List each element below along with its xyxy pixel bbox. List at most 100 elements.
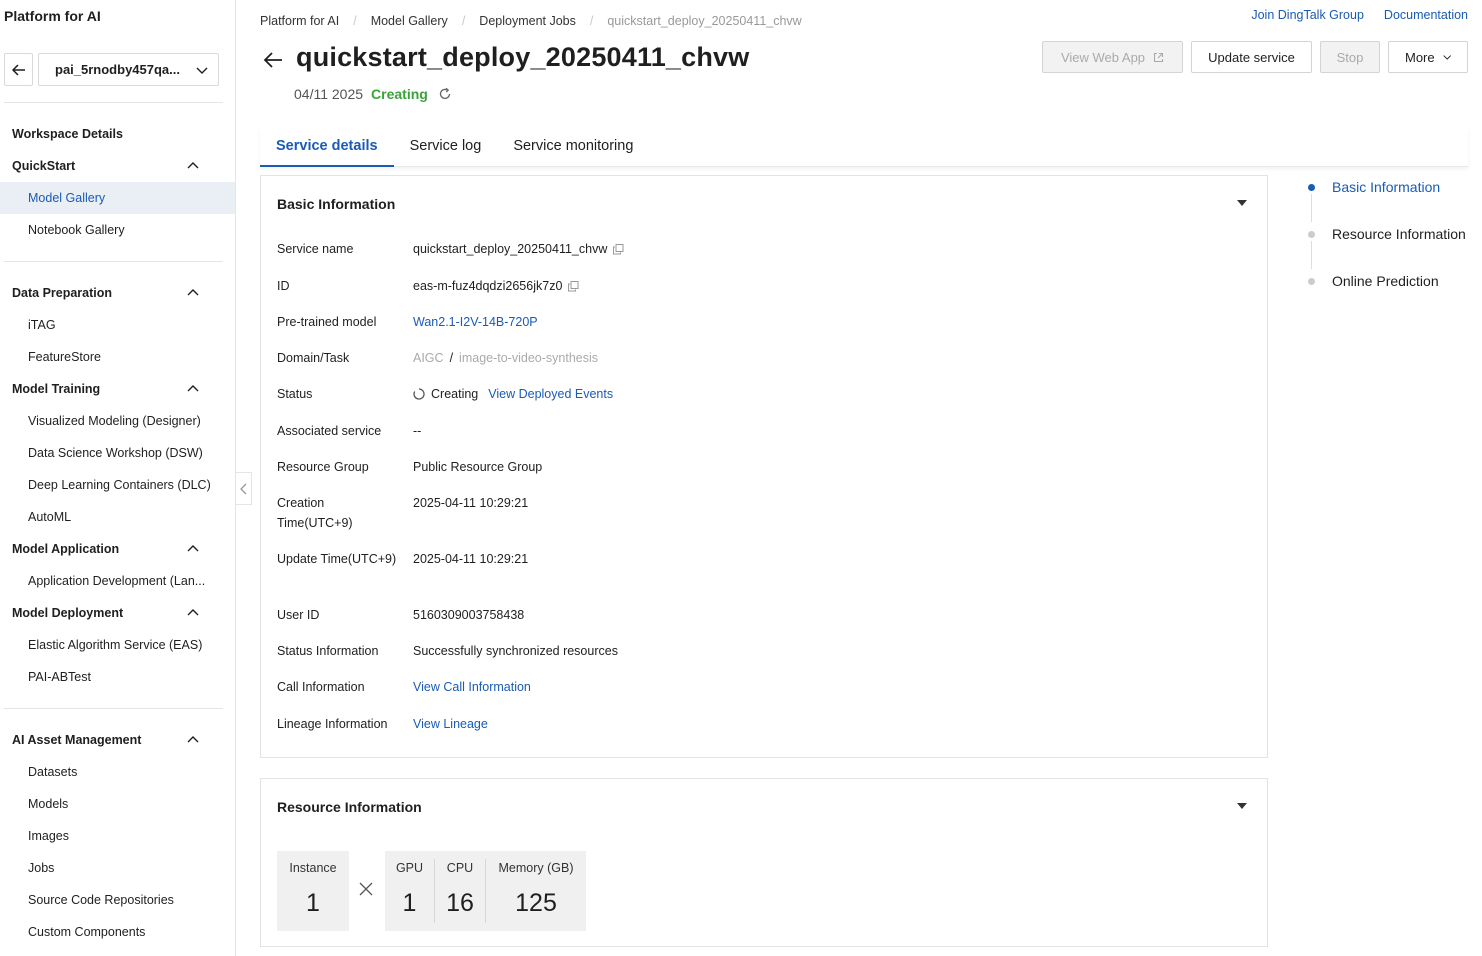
documentation-link[interactable]: Documentation [1384,8,1468,22]
chevron-up-icon [187,609,199,616]
service-name-value: quickstart_deploy_20250411_chvw [413,242,608,256]
workspace-select[interactable]: pai_5rnodby457qa... [38,53,219,86]
breadcrumb-item[interactable]: Platform for AI [260,14,339,28]
multiply-icon [359,882,373,896]
sidebar-item-models[interactable]: Models [0,788,235,820]
sidebar-item-app-development[interactable]: Application Development (Lan... [0,565,235,597]
spec-box: GPU 1 CPU 16 Memory (GB) 125 [385,851,586,931]
sidebar-item-custom-components[interactable]: Custom Components [0,916,235,948]
sidebar-item-itag[interactable]: iTAG [0,309,235,341]
info-label: Domain/Task [277,351,350,365]
back-arrow-icon[interactable] [262,50,284,70]
cpu-cell: CPU 16 [435,851,485,931]
sidebar-item-designer[interactable]: Visualized Modeling (Designer) [0,405,235,437]
breadcrumb-current: quickstart_deploy_20250411_chvw [607,14,802,28]
anchor-dot-active [1308,184,1315,191]
sidebar-item-source-code[interactable]: Source Code Repositories [0,884,235,916]
sidebar-group-data-preparation[interactable]: Data Preparation [0,277,235,309]
info-value: quickstart_deploy_20250411_chvw [413,239,624,259]
caret-down-icon[interactable] [1237,200,1247,206]
view-lineage-link[interactable]: View Lineage [413,714,488,734]
info-label: Resource Group [277,460,369,474]
button-label: View Web App [1060,49,1146,65]
sidebar-item-datasets[interactable]: Datasets [0,756,235,788]
info-label: User ID [277,608,320,622]
info-label: Associated service [277,424,382,438]
gpu-cell: GPU 1 [385,851,434,931]
tab-service-monitoring[interactable]: Service monitoring [497,128,649,167]
anchor-dot [1308,231,1315,238]
info-value: Creating View Deployed Events [413,384,613,404]
refresh-icon[interactable] [438,87,452,101]
sidebar-group-label: Model Application [12,542,120,556]
pretrained-model-link[interactable]: Wan2.1-I2V-14B-720P [413,312,538,332]
basic-information-panel: Basic Information Service name quickstar… [260,175,1268,758]
associated-service-value: -- [413,424,422,438]
workspace-name: pai_5rnodby457qa... [55,62,180,77]
panel-title: Basic Information [277,196,396,212]
copy-icon[interactable] [568,280,579,292]
info-label: Status Information [277,644,379,658]
sidebar-item-eas[interactable]: Elastic Algorithm Service (EAS) [0,629,235,661]
update-time-value: 2025-04-11 10:29:21 [413,552,529,566]
dingtalk-link[interactable]: Join DingTalk Group [1251,8,1364,22]
sidebar-group-quickstart[interactable]: QuickStart [0,150,235,182]
info-label: Call Information [277,680,365,694]
anchor-basic-information[interactable]: Basic Information [1332,179,1440,195]
button-label: More [1405,49,1435,65]
sidebar-item-dsw[interactable]: Data Science Workshop (DSW) [0,437,235,469]
sidebar-group-label: AI Asset Management [12,733,142,747]
sidebar-item-workspace-details[interactable]: Workspace Details [0,118,235,150]
sidebar-group-model-deployment[interactable]: Model Deployment [0,597,235,629]
copy-icon[interactable] [613,243,624,255]
anchor-online-prediction[interactable]: Online Prediction [1332,273,1439,289]
instance-cell: Instance 1 [277,851,349,931]
sidebar-group-label: Model Training [12,382,101,396]
view-web-app-button[interactable]: View Web App [1042,41,1183,73]
cpu-value: 16 [446,889,474,917]
anchor-resource-information[interactable]: Resource Information [1332,226,1466,242]
chevron-left-icon [239,483,246,494]
chevron-down-icon [196,67,208,74]
creation-date: 04/11 2025 [294,86,364,102]
more-button[interactable]: More [1388,41,1468,73]
stop-button[interactable]: Stop [1320,41,1380,73]
info-label: Pre-trained model [277,315,377,329]
loading-spinner-icon [413,388,425,400]
sidebar-item-featurestore[interactable]: FeatureStore [0,341,235,373]
sidebar-group-model-application[interactable]: Model Application [0,533,235,565]
sidebar-item-model-gallery[interactable]: Model Gallery [0,182,235,214]
info-label: Update Time(UTC+9) [277,552,397,566]
info-label: Status [277,387,313,401]
workspace-back-button[interactable] [4,53,33,86]
sidebar-item-dlc[interactable]: Deep Learning Containers (DLC) [0,469,235,501]
status-badge: Creating [371,86,428,102]
memory-value: 125 [515,889,557,917]
info-label: Creation Time(UTC+9) [277,496,353,530]
arrow-left-icon [11,63,25,76]
memory-label: Memory (GB) [498,861,574,875]
sidebar-item-notebook-gallery[interactable]: Notebook Gallery [0,214,235,246]
sidebar-item-automl[interactable]: AutoML [0,501,235,533]
gpu-value: 1 [402,889,417,917]
sidebar: Platform for AI pai_5rnodby457qa... Work… [0,0,236,956]
instance-box: Instance 1 [277,851,349,931]
sidebar-group-model-training[interactable]: Model Training [0,373,235,405]
sidebar-item-abtest[interactable]: PAI-ABTest [0,661,235,693]
view-call-information-link[interactable]: View Call Information [413,677,531,697]
sidebar-item-jobs[interactable]: Jobs [0,852,235,884]
tab-service-details[interactable]: Service details [260,128,394,167]
memory-cell: Memory (GB) 125 [486,851,586,931]
divider [4,261,223,262]
info-value: AIGC / image-to-video-synthesis [413,348,598,368]
status-information-value: Successfully synchronized resources [413,644,618,658]
caret-down-icon[interactable] [1237,803,1247,809]
tab-service-log[interactable]: Service log [394,128,498,167]
breadcrumb-item[interactable]: Deployment Jobs [479,14,576,28]
sidebar-item-images[interactable]: Images [0,820,235,852]
update-service-button[interactable]: Update service [1191,41,1312,73]
view-deployed-events-link[interactable]: View Deployed Events [488,384,613,404]
sidebar-group-ai-asset-management[interactable]: AI Asset Management [0,724,235,756]
breadcrumb-item[interactable]: Model Gallery [371,14,448,28]
sidebar-collapse-button[interactable] [236,472,252,505]
